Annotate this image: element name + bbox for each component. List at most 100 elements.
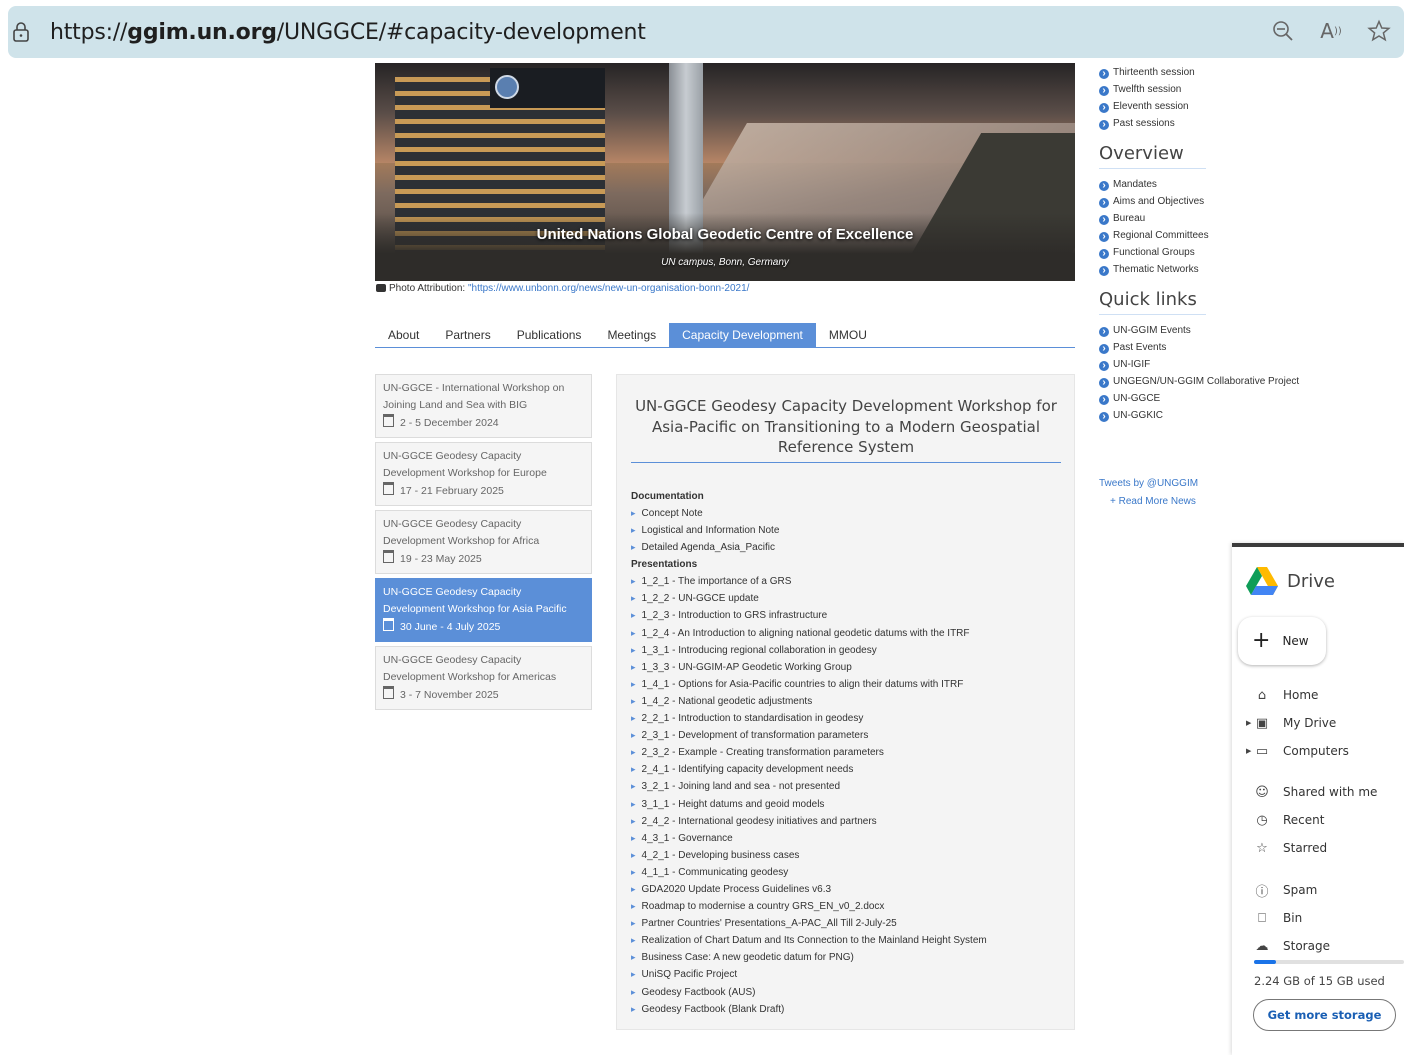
quick-link[interactable]: Past Events — [1099, 339, 1319, 356]
quick-link[interactable]: UN-GGKIC — [1099, 407, 1319, 424]
get-more-storage-button[interactable]: Get more storage — [1253, 999, 1396, 1031]
overview-link[interactable]: Mandates — [1099, 176, 1319, 193]
photo-attribution: Photo Attribution: "https://www.unbonn.o… — [376, 283, 749, 294]
presentation-link[interactable]: 1_4_1 - Options for Asia-Pacific countri… — [631, 676, 1071, 693]
drive-nav-label: Storage — [1283, 939, 1330, 953]
workshop-list: UN-GGCE - International Workshop on Join… — [375, 374, 592, 714]
drive-nav-spam[interactable]: ⓘ Spam — [1232, 878, 1404, 902]
session-link[interactable]: Past sessions — [1099, 115, 1319, 132]
workshop-item[interactable]: UN-GGCE Geodesy Capacity Development Wor… — [375, 510, 592, 574]
document-link[interactable]: Logistical and Information Note — [631, 522, 1071, 539]
drive-nav-bin[interactable]: ⎕ Bin — [1232, 906, 1404, 930]
tab-capacity-development[interactable]: Capacity Development — [669, 323, 816, 347]
lock-icon[interactable] — [12, 22, 30, 42]
drive-nav-label: My Drive — [1283, 716, 1337, 730]
session-link[interactable]: Thirteenth session — [1099, 64, 1319, 81]
workshop-item[interactable]: UN-GGCE - International Workshop on Join… — [375, 374, 592, 438]
quick-links-heading: Quick links — [1099, 289, 1206, 315]
presentation-link[interactable]: 4_2_1 - Developing business cases — [631, 847, 1071, 864]
quick-link[interactable]: UN-GGCE — [1099, 390, 1319, 407]
presentation-link[interactable]: Roadmap to modernise a country GRS_EN_v0… — [631, 898, 1071, 915]
presentation-link[interactable]: 1_4_2 - National geodetic adjustments — [631, 693, 1071, 710]
overview-link[interactable]: Regional Committees — [1099, 227, 1319, 244]
presentation-link[interactable]: 1_2_2 - UN-GGCE update — [631, 590, 1071, 607]
new-button[interactable]: + New — [1238, 617, 1326, 665]
drive-logo-icon — [1246, 567, 1278, 595]
drive-nav-my-drive[interactable]: ▶ ▣ My Drive — [1232, 711, 1404, 735]
tweets-link[interactable]: Tweets by @UNGGIM — [1099, 478, 1198, 489]
presentation-link[interactable]: Geodesy Factbook (AUS) — [631, 984, 1071, 1001]
presentation-link[interactable]: Business Case: A new geodetic datum for … — [631, 949, 1071, 966]
tab-meetings[interactable]: Meetings — [594, 323, 669, 347]
overview-link[interactable]: Thematic Networks — [1099, 261, 1319, 278]
read-aloud-icon[interactable]: A)) — [1318, 18, 1344, 44]
presentation-link[interactable]: 1_2_1 - The importance of a GRS — [631, 573, 1071, 590]
presentation-link[interactable]: 4_1_1 - Communicating geodesy — [631, 864, 1071, 881]
presentation-link[interactable]: 3_2_1 - Joining land and sea - not prese… — [631, 778, 1071, 795]
presentation-link[interactable]: 2_3_2 - Example - Creating transformatio… — [631, 744, 1071, 761]
overview-link[interactable]: Bureau — [1099, 210, 1319, 227]
drive-nav-label: Spam — [1283, 883, 1318, 897]
presentation-link[interactable]: Partner Countries' Presentations_A-PAC_A… — [631, 915, 1071, 932]
drive-nav-recent[interactable]: ◷ Recent — [1232, 808, 1404, 832]
presentation-link[interactable]: 1_3_1 - Introducing regional collaborati… — [631, 642, 1071, 659]
session-link[interactable]: Eleventh session — [1099, 98, 1319, 115]
right-sidebar: Thirteenth sessionTwelfth sessionElevent… — [1099, 64, 1319, 424]
tab-partners[interactable]: Partners — [432, 323, 503, 347]
presentation-link[interactable]: 1_3_3 - UN-GGIM-AP Geodetic Working Grou… — [631, 659, 1071, 676]
quick-link[interactable]: UN-GGIM Events — [1099, 322, 1319, 339]
tab-mmou[interactable]: MMOU — [816, 323, 880, 347]
workshop-title: UN-GGCE Geodesy Capacity Development Wor… — [383, 450, 547, 479]
presentation-link[interactable]: UniSQ Pacific Project — [631, 966, 1071, 983]
workshop-date: 19 - 23 May 2025 — [383, 550, 584, 568]
workshop-title: UN-GGCE Geodesy Capacity Development Wor… — [383, 518, 540, 547]
presentation-link[interactable]: 2_4_2 - International geodesy initiative… — [631, 813, 1071, 830]
hero-title: United Nations Global Geodetic Centre of… — [536, 226, 914, 243]
address-field[interactable]: https://ggim.un.org/UNGGCE/#capacity-dev… — [8, 6, 1404, 58]
workshop-item[interactable]: UN-GGCE Geodesy Capacity Development Wor… — [375, 646, 592, 710]
drive-nav-home[interactable]: ⌂ Home — [1232, 683, 1404, 707]
expand-caret-icon[interactable]: ▶ — [1246, 719, 1251, 727]
presentation-link[interactable]: GDA2020 Update Process Guidelines v6.3 — [631, 881, 1071, 898]
presentation-link[interactable]: Realization of Chart Datum and Its Conne… — [631, 932, 1071, 949]
document-link[interactable]: Concept Note — [631, 505, 1071, 522]
quick-link[interactable]: UNGEGN/UN-GGIM Collaborative Project — [1099, 373, 1319, 390]
star-icon: ☆ — [1256, 840, 1268, 856]
storage-quota-text: 2.24 GB of 15 GB used — [1254, 974, 1385, 988]
overview-link[interactable]: Aims and Objectives — [1099, 193, 1319, 210]
workshop-panel: UN-GGCE Geodesy Capacity Development Wor… — [616, 374, 1075, 1030]
workshop-item[interactable]: UN-GGCE Geodesy Capacity Development Wor… — [375, 442, 592, 506]
session-link[interactable]: Twelfth session — [1099, 81, 1319, 98]
read-more-news-link[interactable]: + Read More News — [1110, 496, 1196, 507]
presentation-link[interactable]: 2_2_1 - Introduction to standardisation … — [631, 710, 1071, 727]
tab-publications[interactable]: Publications — [504, 323, 595, 347]
tab-about[interactable]: About — [375, 323, 432, 347]
bin-icon: ⎕ — [1258, 910, 1266, 926]
presentations-heading: Presentations — [631, 559, 698, 571]
presentation-link[interactable]: 2_4_1 - Identifying capacity development… — [631, 761, 1071, 778]
presentation-link[interactable]: 2_3_1 - Development of transformation pa… — [631, 727, 1071, 744]
presentation-link[interactable]: Geodesy Factbook (Blank Draft) — [631, 1001, 1071, 1018]
workshop-item[interactable]: UN-GGCE Geodesy Capacity Development Wor… — [375, 578, 592, 642]
favorite-star-icon[interactable] — [1366, 18, 1392, 44]
attribution-link[interactable]: "https://www.unbonn.org/news/new-un-orga… — [468, 283, 750, 294]
quick-link[interactable]: UN-IGIF — [1099, 356, 1319, 373]
workshop-title: UN-GGCE Geodesy Capacity Development Wor… — [383, 654, 557, 683]
camera-icon — [376, 284, 386, 292]
drive-nav-storage[interactable]: ☁ Storage — [1232, 934, 1404, 958]
presentation-link[interactable]: 1_2_3 - Introduction to GRS infrastructu… — [631, 607, 1071, 624]
clock-icon: ◷ — [1256, 812, 1268, 828]
drive-nav-computers[interactable]: ▶ ▭ Computers — [1232, 739, 1404, 763]
presentation-link[interactable]: 1_2_4 - An Introduction to aligning nati… — [631, 625, 1071, 642]
workshop-title: UN-GGCE Geodesy Capacity Development Wor… — [383, 586, 567, 615]
url-text[interactable]: https://ggim.un.org/UNGGCE/#capacity-dev… — [50, 20, 646, 45]
document-link[interactable]: Detailed Agenda_Asia_Pacific — [631, 539, 1071, 556]
drive-nav-starred[interactable]: ☆ Starred — [1232, 836, 1404, 860]
overview-link[interactable]: Functional Groups — [1099, 244, 1319, 261]
zoom-out-icon[interactable] — [1270, 18, 1296, 44]
document-list: Documentation Concept NoteLogistical and … — [631, 488, 1071, 1018]
drive-nav-shared-with-me[interactable]: ☺ Shared with me — [1232, 780, 1404, 804]
expand-caret-icon[interactable]: ▶ — [1246, 747, 1251, 755]
presentation-link[interactable]: 3_1_1 - Height datums and geoid models — [631, 796, 1071, 813]
presentation-link[interactable]: 4_3_1 - Governance — [631, 830, 1071, 847]
